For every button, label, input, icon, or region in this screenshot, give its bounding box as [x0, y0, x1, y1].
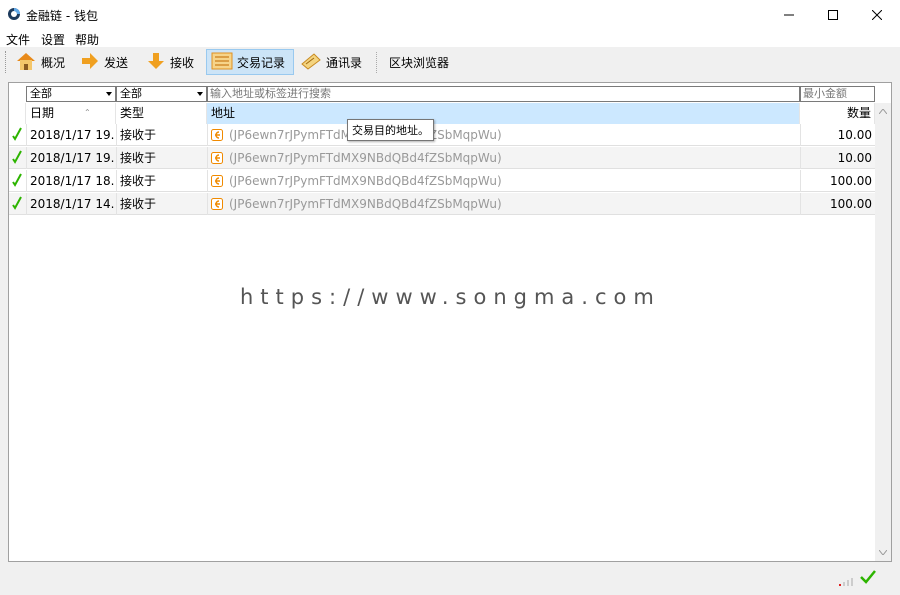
header-date[interactable]: 日期 ⌃	[26, 103, 116, 124]
table-row[interactable]: 2018/1/17 18... 接收于 (JP6ewn7rJPymFTdMX9N…	[9, 170, 875, 192]
minimize-button[interactable]	[766, 0, 812, 29]
receive-icon	[211, 152, 223, 167]
addressbook-icon	[300, 52, 326, 73]
type-filter-select[interactable]: 全部	[116, 86, 207, 102]
header-address[interactable]: 地址	[207, 103, 800, 124]
receive-arrow-icon	[146, 51, 170, 74]
address-search-input[interactable]: 输入地址或标签进行搜索	[207, 86, 800, 102]
table-row[interactable]: 2018/1/17 19... 接收于 (JP6ewn7rJPymFTdMX9N…	[9, 147, 875, 169]
app-logo-icon	[7, 7, 21, 21]
receive-icon	[211, 175, 223, 190]
table-header: 日期 ⌃ 类型 地址 数量	[9, 103, 875, 124]
header-address-label: 地址	[211, 106, 236, 120]
row-type: 接收于	[120, 197, 157, 211]
chevron-down-icon	[197, 92, 203, 96]
wallet-window: 金融链 - 钱包 文件 设置 帮助 概况 发送 接收 交易记录 通讯录 区块浏览…	[0, 0, 900, 595]
send-arrow-icon	[80, 51, 104, 74]
row-type: 接收于	[120, 151, 157, 165]
header-type-label: 类型	[120, 106, 145, 120]
title-bar: 金融链 - 钱包	[0, 0, 900, 29]
menu-help[interactable]: 帮助	[75, 31, 99, 48]
date-filter-select[interactable]: 全部	[26, 86, 116, 102]
header-amount[interactable]: 数量	[800, 103, 875, 124]
confirmed-check-icon	[12, 196, 22, 213]
header-date-label: 日期	[30, 106, 55, 120]
toolbar-separator	[376, 52, 377, 73]
row-amount: 10.00	[837, 128, 872, 142]
blockexplorer-label: 区块浏览器	[389, 55, 450, 70]
addressbook-button[interactable]: 通讯录	[296, 49, 366, 75]
menu-file[interactable]: 文件	[6, 31, 30, 48]
row-date: 2018/1/17 14...	[30, 197, 114, 211]
confirmed-check-icon	[12, 150, 22, 167]
confirmed-check-icon	[12, 127, 22, 144]
overview-button[interactable]: 概况	[11, 49, 69, 75]
close-icon	[872, 9, 882, 20]
row-date: 2018/1/17 19...	[30, 151, 114, 165]
blockexplorer-button[interactable]: 区块浏览器	[385, 49, 453, 75]
receive-label: 接收	[170, 55, 195, 70]
min-amount-input[interactable]: 最小金额	[800, 86, 875, 102]
overview-label: 概况	[41, 55, 66, 70]
toolbar: 概况 发送 接收 交易记录 通讯录 区块浏览器	[0, 47, 900, 78]
receive-icon	[211, 129, 223, 144]
confirmed-check-icon	[12, 173, 22, 190]
synced-check-icon[interactable]	[860, 570, 876, 587]
row-type: 接收于	[120, 174, 157, 188]
row-date: 2018/1/17 18...	[30, 174, 114, 188]
sort-indicator-icon: ⌃	[84, 108, 91, 117]
send-button[interactable]: 发送	[76, 49, 132, 75]
receive-button[interactable]: 接收	[142, 49, 198, 75]
address-tooltip: 交易目的地址。	[347, 119, 434, 141]
row-amount: 10.00	[837, 151, 872, 165]
maximize-icon	[828, 9, 838, 20]
minimize-icon	[784, 10, 794, 20]
menu-bar: 文件 设置 帮助	[0, 29, 900, 47]
row-amount: 100.00	[830, 174, 872, 188]
transactions-button[interactable]: 交易记录	[206, 49, 294, 75]
home-icon	[15, 51, 41, 74]
row-type: 接收于	[120, 128, 157, 142]
row-address: (JP6ewn7rJPymFTdMX9NBdQBd4fZSbMqpWu)	[229, 197, 502, 211]
row-address: (JP6ewn7rJPymFTdMX9NBdQBd4fZSbMqpWu)	[229, 174, 502, 188]
row-date: 2018/1/17 19...	[30, 128, 114, 142]
row-amount: 100.00	[830, 197, 872, 211]
table-row[interactable]: 2018/1/17 19... 接收于 (JP6ewn7rJPymFTdMX9N…	[9, 124, 875, 146]
status-bar	[0, 565, 900, 595]
header-type[interactable]: 类型	[116, 103, 207, 124]
scroll-up-icon[interactable]	[875, 103, 891, 120]
transactions-panel: 全部 全部 输入地址或标签进行搜索 最小金额 日期 ⌃ 类型 地址 数量 201…	[8, 82, 892, 562]
send-label: 发送	[104, 55, 129, 70]
watermark-text: https://www.songma.com	[240, 285, 661, 309]
receive-icon	[211, 198, 223, 213]
vertical-scrollbar[interactable]	[875, 103, 891, 561]
table-row[interactable]: 2018/1/17 14... 接收于 (JP6ewn7rJPymFTdMX9N…	[9, 193, 875, 215]
filter-row: 全部 全部 输入地址或标签进行搜索 最小金额	[9, 86, 891, 102]
row-address: (JP6ewn7rJPymFTdMX9NBdQBd4fZSbMqpWu)	[229, 124, 789, 146]
list-icon	[211, 52, 237, 73]
network-signal-icon[interactable]	[839, 575, 853, 589]
header-status[interactable]	[9, 103, 26, 124]
address-search-placeholder: 输入地址或标签进行搜索	[210, 87, 331, 100]
header-amount-label: 数量	[846, 106, 871, 120]
min-amount-placeholder: 最小金额	[803, 87, 847, 100]
scroll-down-icon[interactable]	[875, 544, 891, 561]
toolbar-grip[interactable]	[5, 51, 7, 73]
chevron-down-icon	[106, 92, 112, 96]
type-filter-value: 全部	[120, 87, 142, 100]
transactions-label: 交易记录	[237, 55, 286, 70]
window-title: 金融链 - 钱包	[26, 9, 98, 23]
maximize-button[interactable]	[810, 0, 856, 29]
date-filter-value: 全部	[30, 87, 52, 100]
menu-settings[interactable]: 设置	[41, 31, 65, 48]
addressbook-label: 通讯录	[326, 55, 363, 70]
row-address: (JP6ewn7rJPymFTdMX9NBdQBd4fZSbMqpWu)	[229, 151, 502, 165]
close-button[interactable]	[854, 0, 900, 29]
